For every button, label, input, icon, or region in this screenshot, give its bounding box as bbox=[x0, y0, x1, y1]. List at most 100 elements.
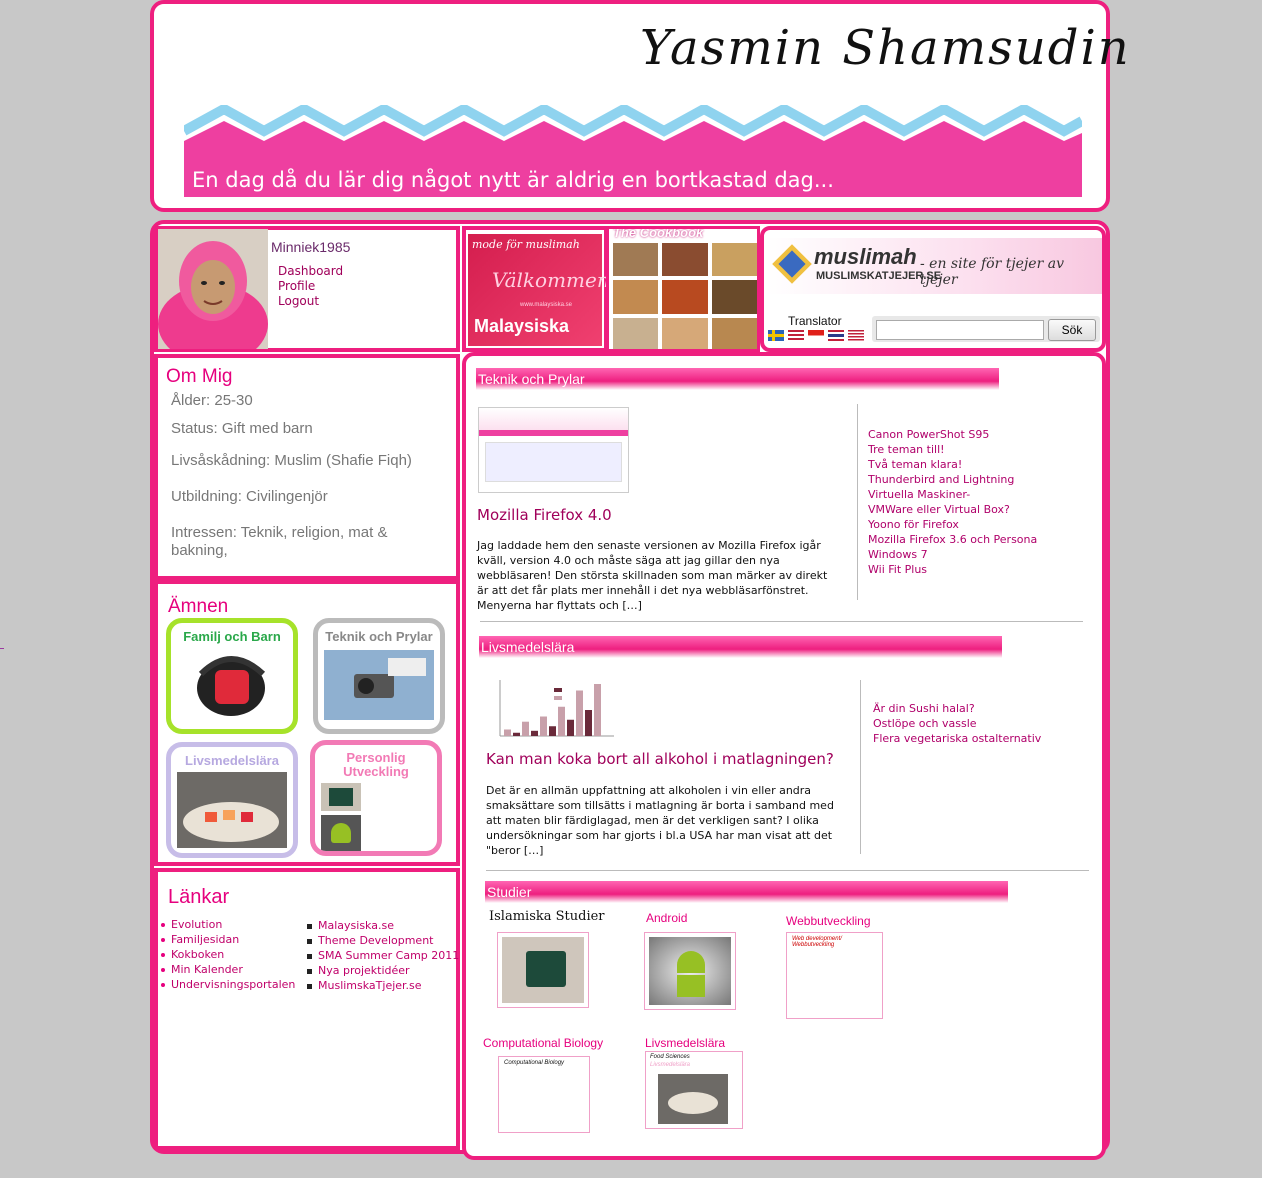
lankar-box bbox=[154, 868, 460, 1150]
malaysiska-banner[interactable]: mode för muslimah Välkommen www.malaysis… bbox=[462, 226, 610, 352]
cookbook-title: The Cookbook bbox=[613, 226, 704, 240]
android-icon bbox=[321, 815, 361, 851]
interests-text-2: bakning, bbox=[171, 542, 228, 559]
link-muslimskatjejer[interactable]: MuslimskaTjejer.se bbox=[307, 979, 422, 992]
status-text: Status: Gift med barn bbox=[171, 420, 313, 437]
related-link[interactable]: Är din Sushi halal? bbox=[873, 701, 1041, 716]
study-livsmedel-thumb-text-a: Food Sciences bbox=[650, 1054, 690, 1060]
study-compbio-title[interactable]: Computational Biology bbox=[483, 1036, 603, 1050]
site-title[interactable]: Yasmin Shamsudin bbox=[640, 20, 1131, 76]
related-link[interactable]: Virtuella Maskiner- bbox=[868, 487, 1037, 502]
flag-swedish-icon[interactable] bbox=[768, 330, 784, 341]
study-compbio-thumb[interactable]: Computational Biology bbox=[498, 1056, 590, 1133]
translator-label: Translator bbox=[788, 314, 842, 328]
teknik-related-links: Canon PowerShot S95 Tre teman till! Två … bbox=[868, 427, 1037, 577]
related-link[interactable]: Wii Fit Plus bbox=[868, 562, 1037, 577]
study-livsmedel-thumb[interactable]: Food Sciences Livsmedelslära bbox=[645, 1051, 743, 1129]
topic-personlig[interactable]: Personlig Utveckling bbox=[310, 740, 442, 856]
sushi-thumb bbox=[658, 1074, 728, 1124]
link-familjesidan[interactable]: Familjesidan bbox=[161, 933, 239, 946]
link-undervisningsportalen[interactable]: Undervisningsportalen bbox=[161, 978, 295, 991]
firefox-post-title[interactable]: Mozilla Firefox 4.0 bbox=[477, 506, 612, 524]
chart-bar bbox=[540, 716, 547, 736]
link-evolution[interactable]: Evolution bbox=[161, 918, 222, 931]
study-islamiska-thumb[interactable] bbox=[497, 932, 589, 1008]
study-android-thumb[interactable] bbox=[644, 932, 736, 1010]
topic-livsmedel-label: Livsmedelslära bbox=[185, 753, 279, 768]
topic-livsmedel[interactable]: Livsmedelslära bbox=[166, 742, 298, 858]
education-text: Utbildning: Civilingenjör bbox=[171, 488, 328, 505]
study-compbio-thumb-text: Computational Biology bbox=[504, 1060, 565, 1066]
cookbook-widget[interactable]: The Cookbook bbox=[606, 226, 760, 352]
alcohol-post-body: Det är en allmän uppfattning att alkohol… bbox=[486, 784, 834, 857]
camera-icon bbox=[324, 650, 434, 720]
chart-bar bbox=[585, 710, 592, 736]
malaysiska-url: www.malaysiska.se bbox=[520, 302, 573, 308]
chart-bar bbox=[504, 729, 511, 736]
study-webb-thumb[interactable]: Web development/ Webbutveckling bbox=[786, 932, 883, 1019]
section-studier-header[interactable]: Studier bbox=[485, 881, 1008, 903]
link-min-kalender[interactable]: Min Kalender bbox=[161, 963, 243, 976]
livsmedel-related-links: Är din Sushi halal? Ostlöpe och vassle F… bbox=[873, 701, 1041, 746]
alcohol-chart-thumb[interactable] bbox=[490, 676, 616, 746]
study-webb-thumb-text: Web development/ Webbutveckling bbox=[792, 936, 842, 948]
study-android-title[interactable]: Android bbox=[646, 911, 687, 925]
chart-bar bbox=[558, 706, 565, 736]
related-link[interactable]: Thunderbird and Lightning bbox=[868, 472, 1037, 487]
section-teknik-header[interactable]: Teknik och Prylar bbox=[476, 368, 999, 390]
chart-bar bbox=[531, 730, 538, 736]
muslimah-box: muslimah MUSLIMSKATJEJER.SE - en site fö… bbox=[760, 226, 1106, 352]
study-livsmedel-title[interactable]: Livsmedelslära bbox=[645, 1036, 725, 1050]
search-input[interactable] bbox=[876, 320, 1044, 340]
malaysiska-top-text: mode för muslimah bbox=[472, 238, 580, 251]
alcohol-post-title[interactable]: Kan man koka bort all alkohol i matlagni… bbox=[486, 750, 834, 768]
section-livsmedel-header[interactable]: Livsmedelslära bbox=[479, 636, 1002, 658]
chart-bar bbox=[513, 732, 520, 736]
topic-familj-label: Familj och Barn bbox=[183, 629, 281, 644]
chart-bar bbox=[567, 719, 574, 736]
amnen-title: Ämnen bbox=[168, 596, 229, 617]
related-link[interactable]: VMWare eller Virtual Box? bbox=[868, 502, 1037, 517]
related-link[interactable]: Mozilla Firefox 3.6 och Persona bbox=[868, 532, 1037, 547]
firefox-post-body: Jag laddade hem den senaste versionen av… bbox=[477, 539, 828, 612]
topic-personlig-label: Personlig Utveckling bbox=[343, 750, 409, 779]
sushi-icon bbox=[177, 772, 287, 848]
link-nya-projektideer[interactable]: Nya projektidéer bbox=[307, 964, 410, 977]
cookbook-grid bbox=[613, 243, 757, 349]
android-icon bbox=[649, 937, 731, 1005]
flag-malay-icon[interactable] bbox=[848, 330, 864, 341]
study-livsmedel-thumb-text-b: Livsmedelslära bbox=[650, 1062, 691, 1068]
chart-bar bbox=[576, 690, 583, 736]
link-malaysiska[interactable]: Malaysiska.se bbox=[307, 919, 394, 932]
dashboard-link[interactable]: Dashboard bbox=[278, 264, 343, 278]
related-link[interactable]: Yoono för Firefox bbox=[868, 517, 1037, 532]
car-seat-icon bbox=[197, 656, 266, 716]
related-link[interactable]: Canon PowerShot S95 bbox=[868, 427, 1037, 442]
link-sma-summer-camp[interactable]: SMA Summer Camp 2011 bbox=[307, 949, 459, 962]
language-flags bbox=[768, 330, 864, 341]
link-kokboken[interactable]: Kokboken bbox=[161, 948, 224, 961]
avatar bbox=[158, 229, 268, 349]
age-text: Ålder: 25-30 bbox=[171, 392, 253, 409]
link-theme-development[interactable]: Theme Development bbox=[307, 934, 434, 947]
search-button[interactable]: Sök bbox=[1048, 319, 1096, 341]
logout-link[interactable]: Logout bbox=[278, 294, 319, 308]
related-link[interactable]: Ostlöpe och vassle bbox=[873, 716, 1041, 731]
username[interactable]: Minniek1985 bbox=[271, 239, 350, 255]
profile-link[interactable]: Profile bbox=[278, 279, 315, 293]
firefox-post-thumb[interactable] bbox=[478, 407, 629, 493]
flag-thai-icon[interactable] bbox=[828, 330, 844, 341]
study-webb-title[interactable]: Webbutveckling bbox=[786, 914, 871, 928]
related-link[interactable]: Flera vegetariska ostalternativ bbox=[873, 731, 1041, 746]
related-link[interactable]: Två teman klara! bbox=[868, 457, 1037, 472]
topic-familj[interactable]: Familj och Barn bbox=[166, 618, 298, 734]
related-link[interactable]: Windows 7 bbox=[868, 547, 1037, 562]
study-islamiska-title[interactable]: Islamiska Studier bbox=[489, 909, 605, 924]
related-link[interactable]: Tre teman till! bbox=[868, 442, 1037, 457]
religion-text: Livsåskådning: Muslim (Shafie Fiqh) bbox=[171, 452, 412, 469]
topic-teknik-label: Teknik och Prylar bbox=[325, 629, 433, 644]
flag-indonesian-icon[interactable] bbox=[808, 330, 824, 341]
muslimah-slogan: - en site för tjejer av tjejer bbox=[920, 256, 1064, 288]
flag-english-icon[interactable] bbox=[788, 330, 804, 341]
topic-teknik[interactable]: Teknik och Prylar bbox=[313, 618, 445, 734]
